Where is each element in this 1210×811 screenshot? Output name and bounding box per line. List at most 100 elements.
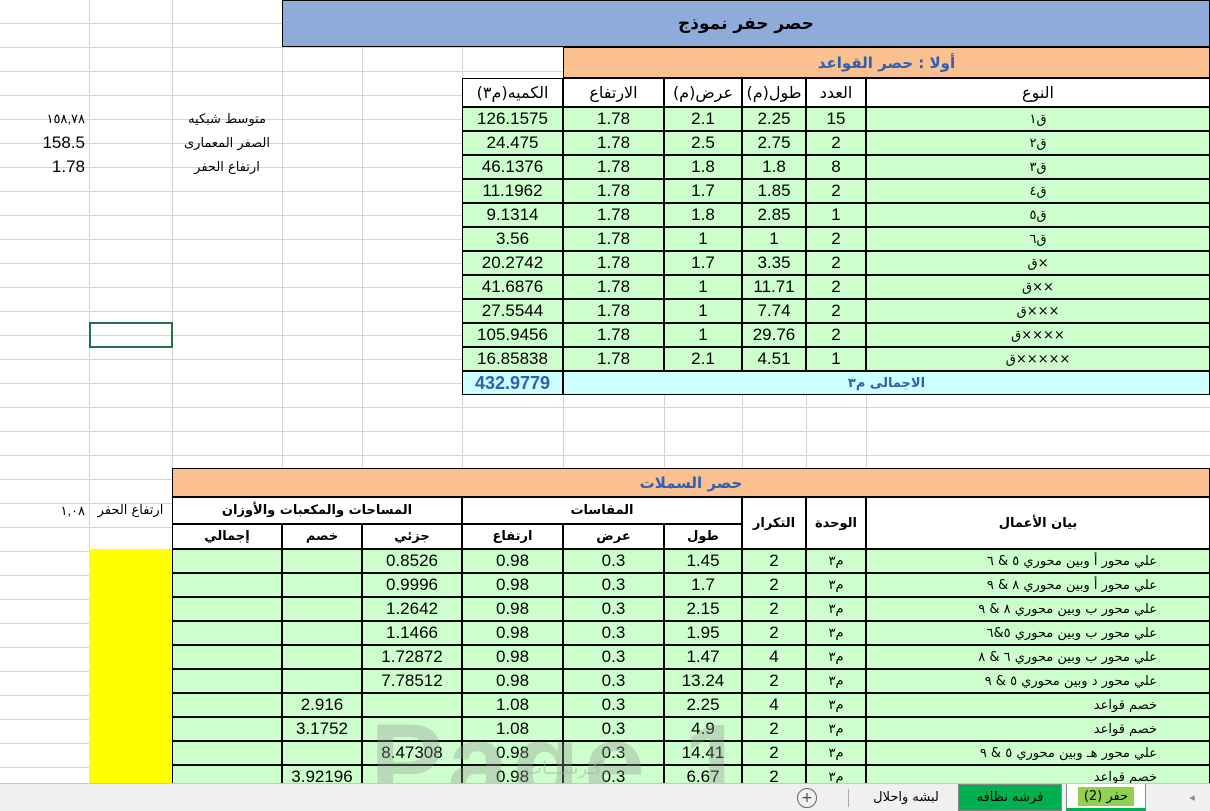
beams-cell-width[interactable]: 0.3 <box>563 621 664 645</box>
beams-cell-height[interactable]: 1.08 <box>462 717 563 741</box>
beams-cell-partial[interactable]: 0.9996 <box>362 573 462 597</box>
beams-cell-unit[interactable]: م٣ <box>806 669 866 693</box>
tab-sheet-3[interactable]: لبشه واحلال <box>856 784 956 811</box>
beams-cell-width[interactable]: 0.3 <box>563 693 664 717</box>
beams-cell-total[interactable] <box>172 693 282 717</box>
beams-cell-partial[interactable]: 1.72872 <box>362 645 462 669</box>
footings-cell-type[interactable]: ق××× <box>866 299 1210 323</box>
footings-header-qty[interactable]: الكميه(م٣) <box>462 78 563 107</box>
beams-cell-total[interactable] <box>172 717 282 741</box>
beams-cell-unit[interactable]: م٣ <box>806 597 866 621</box>
beams-cell-unit[interactable]: م٣ <box>806 741 866 765</box>
beams-cell-width[interactable]: 0.3 <box>563 597 664 621</box>
beams-cell-length[interactable]: 2.25 <box>664 693 742 717</box>
beams-cell-height[interactable]: 0.98 <box>462 597 563 621</box>
footings-cell-length[interactable]: 1 <box>742 227 806 251</box>
footings-cell-type[interactable]: ق٦ <box>866 227 1210 251</box>
beams-cell-width[interactable]: 0.3 <box>563 549 664 573</box>
beams-cell-desc[interactable]: خصم قواعد <box>866 765 1210 783</box>
beams-cell-desc[interactable]: خصم قواعد <box>866 693 1210 717</box>
dig-height-value[interactable]: 1.78 <box>0 155 89 179</box>
footings-cell-count[interactable]: 2 <box>806 275 866 299</box>
beams-cell-repeat[interactable]: 2 <box>742 717 806 741</box>
beams-cell-total[interactable] <box>172 573 282 597</box>
beams-cell-deduct[interactable] <box>282 645 362 669</box>
beams-cell-total[interactable] <box>172 669 282 693</box>
beams-cell-desc[interactable]: علي محور أ وبين محوري ٥ & ٦ <box>866 549 1210 573</box>
footings-cell-qty[interactable]: 16.85838 <box>462 347 563 371</box>
footings-cell-type[interactable]: ق× <box>866 251 1210 275</box>
footings-cell-count[interactable]: 2 <box>806 179 866 203</box>
footings-cell-qty[interactable]: 11.1962 <box>462 179 563 203</box>
footings-cell-height[interactable]: 1.78 <box>563 299 664 323</box>
footings-cell-length[interactable]: 3.35 <box>742 251 806 275</box>
beams-cell-length[interactable]: 13.24 <box>664 669 742 693</box>
beams-cell-deduct[interactable]: 3.1752 <box>282 717 362 741</box>
beams-cell-deduct[interactable] <box>282 549 362 573</box>
footings-cell-width[interactable]: 1.8 <box>664 155 742 179</box>
footings-cell-type[interactable]: ق٢ <box>866 131 1210 155</box>
footings-cell-type[interactable]: ق×××× <box>866 323 1210 347</box>
beams-cell-length[interactable]: 4.9 <box>664 717 742 741</box>
footings-cell-height[interactable]: 1.78 <box>563 251 664 275</box>
footings-cell-qty[interactable]: 105.9456 <box>462 323 563 347</box>
beams-cell-unit[interactable]: م٣ <box>806 765 866 783</box>
beams-cell-deduct[interactable] <box>282 597 362 621</box>
beams-cell-partial[interactable]: 0.8526 <box>362 549 462 573</box>
beams-cell-repeat[interactable]: 2 <box>742 549 806 573</box>
active-cell-selection[interactable] <box>89 322 173 348</box>
beams-cell-partial[interactable]: 8.47308 <box>362 741 462 765</box>
beams-cell-width[interactable]: 0.3 <box>563 645 664 669</box>
footings-cell-qty[interactable]: 3.56 <box>462 227 563 251</box>
beams-subheader-length[interactable]: طول <box>664 524 742 549</box>
beams-cell-total[interactable] <box>172 765 282 783</box>
beams-cell-length[interactable]: 14.41 <box>664 741 742 765</box>
beams-cell-length[interactable]: 1.7 <box>664 573 742 597</box>
beams-subheader-deduct[interactable]: خصم <box>282 524 362 549</box>
beams-cell-total[interactable] <box>172 621 282 645</box>
beams-cell-width[interactable]: 0.3 <box>563 741 664 765</box>
beams-cell-length[interactable]: 1.45 <box>664 549 742 573</box>
beams-cell-desc[interactable]: خصم قواعد <box>866 717 1210 741</box>
beams-cell-partial[interactable] <box>362 765 462 783</box>
footings-cell-count[interactable]: 2 <box>806 323 866 347</box>
footings-cell-width[interactable]: 1.7 <box>664 251 742 275</box>
beams-cell-desc[interactable]: علي محور ب وبين محوري ٥&٦ <box>866 621 1210 645</box>
footings-cell-height[interactable]: 1.78 <box>563 347 664 371</box>
beams-cell-unit[interactable]: م٣ <box>806 693 866 717</box>
beams-header-unit[interactable]: الوحدة <box>806 497 866 549</box>
footings-cell-qty[interactable]: 46.1376 <box>462 155 563 179</box>
footings-cell-count[interactable]: 2 <box>806 227 866 251</box>
footings-cell-type[interactable]: ق××××× <box>866 347 1210 371</box>
beams-cell-partial[interactable] <box>362 693 462 717</box>
beams-cell-width[interactable]: 0.3 <box>563 765 664 783</box>
add-sheet-button[interactable]: + <box>795 784 819 811</box>
beams-cell-width[interactable]: 0.3 <box>563 573 664 597</box>
beams-subheader-partial[interactable]: جزئي <box>362 524 462 549</box>
beams-cell-height[interactable]: 0.98 <box>462 741 563 765</box>
footings-cell-width[interactable]: 1 <box>664 299 742 323</box>
beams-cell-unit[interactable]: م٣ <box>806 717 866 741</box>
footings-cell-height[interactable]: 1.78 <box>563 323 664 347</box>
beams-cell-length[interactable]: 2.15 <box>664 597 742 621</box>
beams-cell-desc[interactable]: علي محور هـ وبين محوري ٥ & ٩ <box>866 741 1210 765</box>
beams-cell-height[interactable]: 0.98 <box>462 645 563 669</box>
tab-scroll-button[interactable]: ◂ <box>1180 784 1204 811</box>
footings-cell-height[interactable]: 1.78 <box>563 227 664 251</box>
footings-cell-width[interactable]: 1 <box>664 275 742 299</box>
footings-cell-qty[interactable]: 126.1575 <box>462 107 563 131</box>
footings-cell-height[interactable]: 1.78 <box>563 107 664 131</box>
footings-cell-qty[interactable]: 27.5544 <box>462 299 563 323</box>
footings-total-value[interactable]: 432.9779 <box>462 371 563 395</box>
beams-cell-repeat[interactable]: 2 <box>742 573 806 597</box>
beams-cell-desc[interactable]: علي محور أ وبين محوري ٨ & ٩ <box>866 573 1210 597</box>
footings-cell-length[interactable]: 1.8 <box>742 155 806 179</box>
footings-cell-length[interactable]: 1.85 <box>742 179 806 203</box>
beams-cell-width[interactable]: 0.3 <box>563 717 664 741</box>
footings-cell-count[interactable]: 15 <box>806 107 866 131</box>
beams-cell-total[interactable] <box>172 549 282 573</box>
footings-cell-qty[interactable]: 24.475 <box>462 131 563 155</box>
beams-cell-length[interactable]: 1.47 <box>664 645 742 669</box>
beams-cell-repeat[interactable]: 2 <box>742 597 806 621</box>
footings-cell-width[interactable]: 1.8 <box>664 203 742 227</box>
